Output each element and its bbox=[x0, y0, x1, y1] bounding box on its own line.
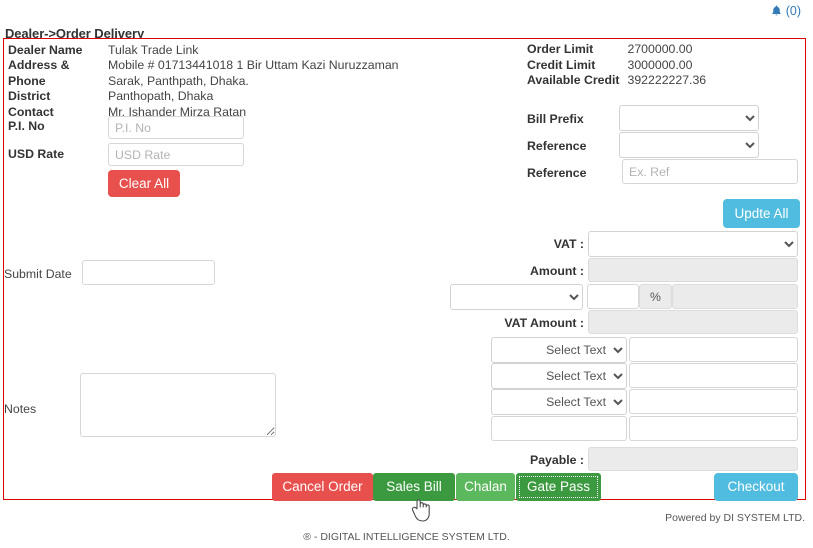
table-row: Order Limit 2700000.00 bbox=[527, 42, 706, 58]
notes-label: Notes bbox=[4, 402, 37, 416]
notification-indicator[interactable]: (0) bbox=[770, 4, 801, 18]
table-row: District Panthopath, Dhaka bbox=[8, 89, 428, 104]
district-label: District bbox=[8, 89, 51, 104]
charge-input-3[interactable] bbox=[629, 389, 798, 414]
discount-amount-input[interactable] bbox=[672, 284, 798, 309]
vat-label: VAT : bbox=[553, 237, 584, 251]
address-phone-label: Address & Phone bbox=[8, 58, 70, 88]
credit-limit-value: 3000000.00 bbox=[627, 57, 693, 72]
percent-symbol-label: % bbox=[639, 284, 672, 309]
copyright-text: ® - DIGITAL INTELLIGENCE SYSTEM LTD. bbox=[303, 531, 510, 543]
amount-input[interactable] bbox=[588, 258, 798, 282]
pi-no-label: P.I. No bbox=[8, 119, 45, 133]
app-page: (0) Dealer->Order Delivery Dealer Name T… bbox=[0, 0, 813, 548]
usd-rate-label: USD Rate bbox=[8, 147, 65, 161]
charge-select-3[interactable]: Select Text bbox=[491, 389, 627, 415]
available-credit-value: 392222227.36 bbox=[627, 73, 707, 87]
chalan-button[interactable]: Chalan bbox=[456, 473, 515, 501]
cancel-order-button[interactable]: Cancel Order bbox=[272, 473, 373, 501]
limits-table: Order Limit 2700000.00 Credit Limit 3000… bbox=[527, 42, 706, 89]
vat-select[interactable] bbox=[588, 231, 798, 257]
payable-input[interactable] bbox=[588, 447, 798, 471]
dealer-info-table: Dealer Name Tulak Trade Link Address & P… bbox=[8, 43, 428, 120]
gate-pass-button[interactable]: Gate Pass bbox=[516, 473, 601, 501]
dealer-name-value: Tulak Trade Link bbox=[108, 43, 199, 57]
available-credit-label: Available Credit bbox=[527, 73, 620, 87]
checkout-button[interactable]: Checkout bbox=[714, 473, 798, 501]
submit-date-label: Submit Date bbox=[4, 267, 72, 281]
district-value: Panthopath, Dhaka bbox=[108, 89, 214, 104]
charge-input-2[interactable] bbox=[629, 363, 798, 388]
extra-left-input[interactable] bbox=[491, 416, 627, 441]
bill-prefix-select[interactable] bbox=[619, 105, 759, 131]
credit-limit-label: Credit Limit bbox=[527, 57, 596, 72]
bill-prefix-label: Bill Prefix bbox=[527, 112, 584, 126]
amount-label: Amount : bbox=[530, 264, 584, 278]
update-all-button[interactable]: Updte All bbox=[723, 199, 800, 228]
order-delivery-panel: Dealer Name Tulak Trade Link Address & P… bbox=[3, 38, 806, 501]
submit-date-input[interactable] bbox=[82, 260, 215, 285]
table-row: Dealer Name Tulak Trade Link bbox=[8, 43, 428, 58]
reference-select[interactable] bbox=[619, 132, 759, 158]
reference-text-input[interactable] bbox=[622, 159, 798, 184]
bell-icon bbox=[770, 4, 783, 18]
discount-value-input[interactable] bbox=[587, 284, 639, 309]
address-phone-value: Mobile # 01713441018 1 Bir Uttam Kazi Nu… bbox=[108, 58, 399, 88]
notes-textarea[interactable] bbox=[80, 373, 276, 437]
reference-text-label: Reference bbox=[527, 166, 587, 180]
sales-bill-button[interactable]: Sales Bill bbox=[373, 473, 455, 501]
powered-by-text: Powered by DI SYSTEM LTD. bbox=[665, 512, 805, 524]
vat-amount-label: VAT Amount : bbox=[504, 316, 584, 330]
contact-label: Contact bbox=[8, 104, 54, 119]
usd-rate-input[interactable] bbox=[108, 143, 244, 166]
vat-amount-input[interactable] bbox=[588, 310, 798, 334]
payable-label: Payable : bbox=[530, 453, 584, 467]
table-row: Address & Phone Mobile # 01713441018 1 B… bbox=[8, 58, 428, 89]
pi-no-input[interactable] bbox=[108, 116, 244, 139]
table-row: Credit Limit 3000000.00 bbox=[527, 58, 706, 74]
dealer-name-label: Dealer Name bbox=[8, 43, 83, 57]
order-limit-value: 2700000.00 bbox=[627, 42, 693, 56]
charge-input-1[interactable] bbox=[629, 337, 798, 362]
charge-select-2[interactable]: Select Text bbox=[491, 363, 627, 389]
clear-all-button[interactable]: Clear All bbox=[108, 170, 180, 197]
charge-select-1[interactable]: Select Text bbox=[491, 337, 627, 363]
notification-count: (0) bbox=[785, 4, 801, 18]
extra-right-input[interactable] bbox=[629, 416, 798, 441]
top-bar: (0) bbox=[0, 0, 813, 26]
order-limit-label: Order Limit bbox=[527, 42, 594, 56]
discount-type-select[interactable] bbox=[450, 284, 583, 310]
table-row: Available Credit 392222227.36 bbox=[527, 73, 706, 89]
reference-select-label: Reference bbox=[527, 139, 587, 153]
